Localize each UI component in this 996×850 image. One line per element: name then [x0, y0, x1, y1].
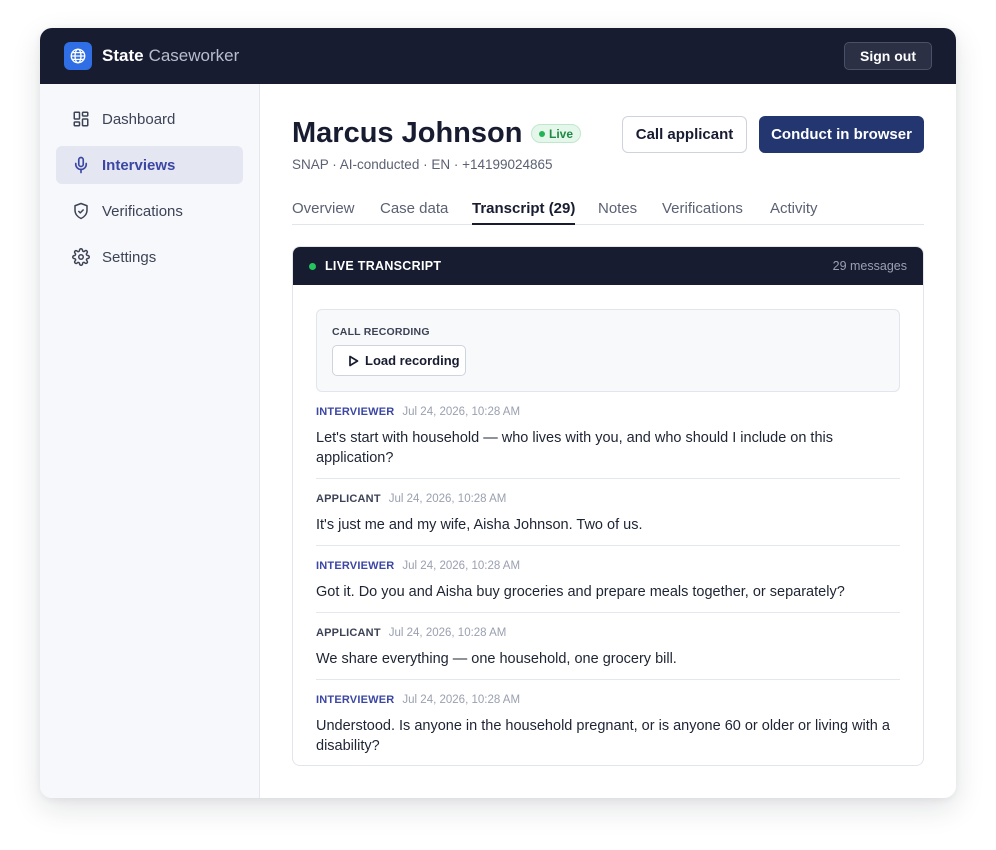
tab-transcript[interactable]: Transcript (29) [472, 200, 576, 225]
conduct-in-browser-button[interactable]: Conduct in browser [759, 116, 924, 153]
tab-notes[interactable]: Notes [598, 200, 637, 225]
message-role: INTERVIEWER [316, 694, 395, 706]
transcript-message: INTERVIEWER Jul 24, 2026, 10:28 AM Under… [316, 694, 900, 756]
message-timestamp: Jul 24, 2026, 10:28 AM [402, 560, 521, 572]
main-content: Marcus Johnson Live SNAP · AI-conducted … [292, 84, 924, 798]
load-recording-button[interactable]: Load recording [332, 345, 466, 376]
message-divider [316, 612, 900, 613]
sidebar-item-label: Settings [102, 248, 157, 266]
call-applicant-button[interactable]: Call applicant [622, 116, 747, 153]
transcript-panel: LIVE TRANSCRIPT 29 messages CALL RECORDI… [292, 246, 924, 766]
tab-verifications[interactable]: Verifications [662, 200, 743, 225]
sidebar-item-label: Dashboard [102, 110, 176, 128]
message-count: 29 messages [832, 259, 907, 273]
message-text: It's just me and my wife, Aisha Johnson.… [316, 517, 643, 533]
message-text: We share everything — one household, one… [316, 651, 677, 667]
message-timestamp: Jul 24, 2026, 10:28 AM [402, 694, 521, 706]
transcript-message: INTERVIEWER Jul 24, 2026, 10:28 AM Let's… [316, 406, 900, 468]
message-role: APPLICANT [316, 627, 381, 639]
transcript-message: APPLICANT Jul 24, 2026, 10:28 AM It's ju… [316, 493, 900, 535]
sidebar-item-label: Interviews [102, 156, 176, 174]
message-divider [316, 478, 900, 479]
tab-overview[interactable]: Overview [292, 200, 355, 225]
applicant-name: Marcus Johnson [292, 117, 523, 149]
message-timestamp: Jul 24, 2026, 10:28 AM [388, 627, 507, 639]
sidebar-item-verifications[interactable]: Verifications [56, 192, 243, 230]
shield-check-icon [72, 202, 90, 220]
top-bar: State Caseworker Sign out [40, 28, 956, 84]
message-text: Understood. Is anyone in the household p… [316, 718, 890, 754]
transcript-message: APPLICANT Jul 24, 2026, 10:28 AM We shar… [316, 627, 900, 669]
tab-case-data[interactable]: Case data [380, 200, 448, 225]
gear-icon [72, 248, 90, 266]
message-divider [316, 545, 900, 546]
dashboard-icon [72, 110, 90, 128]
microphone-icon [72, 156, 90, 174]
live-indicator-icon [309, 262, 316, 270]
message-role: APPLICANT [316, 493, 381, 505]
sidebar-item-label: Verifications [102, 202, 183, 220]
message-role: INTERVIEWER [316, 560, 395, 572]
sidebar-item-interviews[interactable]: Interviews [56, 146, 243, 184]
tab-activity[interactable]: Activity [770, 200, 818, 225]
brand-name: State [102, 46, 144, 65]
transcript-message: INTERVIEWER Jul 24, 2026, 10:28 AM Got i… [316, 560, 900, 602]
globe-icon[interactable] [64, 42, 92, 70]
brand-product: Caseworker [148, 46, 240, 65]
transcript-title: LIVE TRANSCRIPT [325, 259, 442, 273]
status-badge-label: Live [549, 126, 574, 141]
message-text: Let's start with household — who lives w… [316, 430, 834, 466]
message-timestamp: Jul 24, 2026, 10:28 AM [402, 406, 521, 418]
load-recording-label: Load recording [365, 353, 460, 368]
transcript-header: LIVE TRANSCRIPT 29 messages [293, 247, 923, 285]
app-window: State Caseworker Sign out Dashboard Inte… [40, 28, 956, 798]
sidebar-item-dashboard[interactable]: Dashboard [56, 100, 243, 138]
tab-bar: Overview Case data Transcript (29) Notes… [292, 194, 924, 225]
call-recording-label: CALL RECORDING [332, 326, 430, 338]
live-dot-icon [539, 130, 545, 137]
status-badge: Live [531, 124, 582, 143]
sidebar: Dashboard Interviews Verifications Setti… [40, 84, 260, 798]
call-recording-box: CALL RECORDING Load recording [316, 309, 900, 392]
message-divider [316, 679, 900, 680]
sidebar-item-settings[interactable]: Settings [56, 238, 243, 276]
app-brand: State Caseworker [102, 46, 239, 66]
message-text: Got it. Do you and Aisha buy groceries a… [316, 584, 845, 600]
sign-out-button[interactable]: Sign out [844, 42, 932, 70]
applicant-details: SNAP · AI-conducted · EN · +14199024865 [292, 157, 553, 172]
message-role: INTERVIEWER [316, 406, 395, 418]
message-timestamp: Jul 24, 2026, 10:28 AM [388, 493, 507, 505]
play-icon [349, 355, 359, 366]
